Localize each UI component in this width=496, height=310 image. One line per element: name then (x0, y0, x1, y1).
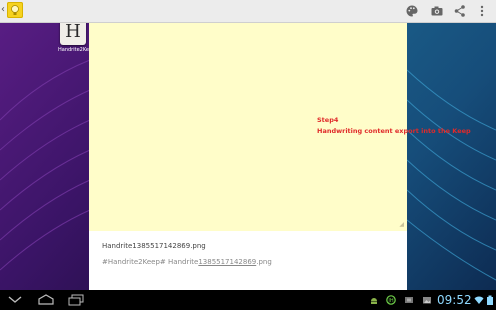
launcher-label: Handrite2Keep (58, 47, 91, 53)
palette-icon[interactable] (405, 4, 419, 18)
share-icon[interactable] (453, 4, 467, 18)
home-icon[interactable] (37, 294, 55, 306)
keep-app-icon[interactable] (7, 2, 23, 18)
resize-grip-icon: ◢ (399, 221, 404, 228)
note-image-area[interactable]: Step4 Handwriting content export into th… (89, 23, 471, 231)
note-text-prefix: #Handrite2Keep# Handrite (102, 258, 199, 266)
notification-icon: JH (386, 295, 396, 305)
note-panel: Step4 Handwriting content export into th… (89, 23, 471, 290)
camera-icon[interactable] (430, 4, 444, 18)
note-text[interactable]: #Handrite2Keep# Handrite1385517142869.pn… (102, 258, 272, 266)
photo-icon (423, 297, 431, 304)
note-text-suffix: .png (256, 258, 272, 266)
system-bar: JH 09:52 (0, 290, 496, 310)
back-caret-icon[interactable]: ‹ (1, 4, 5, 16)
launcher-icon-handrite2keep[interactable]: H Handrite2Keep (58, 19, 91, 55)
battery-icon (487, 295, 493, 305)
recent-apps-icon[interactable] (67, 294, 85, 306)
android-debug-icon (371, 298, 377, 304)
clock[interactable]: 09:52 (437, 293, 472, 307)
note-text-link[interactable]: 1385517142869 (198, 258, 256, 266)
battery-saver-icon (405, 297, 413, 303)
annotation-step: Step4 (317, 116, 339, 124)
annotation-text: Handwriting content export into the Keep (317, 127, 471, 135)
back-icon[interactable] (6, 294, 24, 306)
overflow-menu-icon[interactable] (475, 4, 489, 18)
action-bar: ‹ (0, 0, 496, 23)
svg-text:JH: JH (387, 298, 393, 304)
wifi-icon (474, 296, 484, 304)
note-title[interactable]: Handrite1385517142869.png (102, 242, 206, 250)
